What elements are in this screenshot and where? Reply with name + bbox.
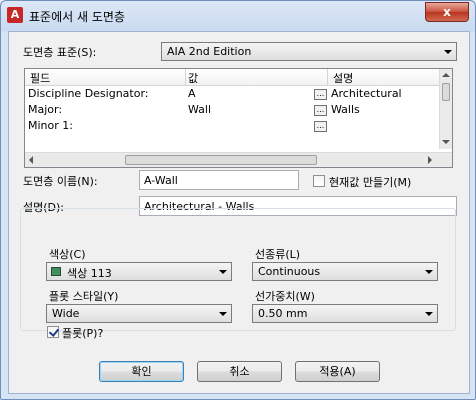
layer-standard-value: AIA 2nd Edition: [167, 45, 252, 58]
layer-name-value: A-Wall: [144, 174, 178, 187]
layer-standard-dropdown[interactable]: AIA 2nd Edition: [161, 42, 457, 61]
horizontal-scrollbar[interactable]: [25, 152, 452, 167]
make-current-label[interactable]: 현재값 만들기(M): [329, 174, 411, 190]
autocad-icon: A: [7, 7, 23, 23]
window-title: 표준에서 새 도면층: [29, 10, 125, 24]
plot-style-dropdown[interactable]: Wide: [46, 304, 232, 323]
row-value[interactable]: Wall: [188, 103, 211, 116]
plot-style-label: 플롯 스타일(Y): [49, 290, 119, 303]
browse-button[interactable]: ...: [314, 105, 327, 116]
row-field: Discipline Designator:: [28, 87, 149, 100]
vertical-scrollbar[interactable]: [439, 69, 452, 149]
column-divider[interactable]: [185, 69, 186, 85]
scroll-right-icon[interactable]: [428, 156, 432, 164]
column-header-field[interactable]: 필드: [30, 70, 50, 86]
chevron-down-icon: [219, 270, 227, 274]
lineweight-value: 0.50 mm: [258, 307, 308, 320]
browse-button[interactable]: ...: [314, 121, 327, 132]
linetype-dropdown[interactable]: Continuous: [252, 262, 438, 281]
color-value: 색상 113: [67, 267, 112, 280]
color-label: 색상(C): [49, 248, 86, 261]
row-field: Major:: [28, 103, 63, 116]
apply-button[interactable]: 적용(A): [295, 361, 380, 382]
scroll-up-icon[interactable]: [442, 73, 450, 77]
color-swatch: [51, 267, 61, 276]
grid-header: 필드 값 설명: [25, 69, 444, 86]
chevron-down-icon: [425, 312, 433, 316]
scroll-down-icon[interactable]: [442, 140, 450, 144]
column-divider[interactable]: [327, 69, 328, 85]
row-description: Walls: [331, 103, 360, 116]
chevron-down-icon: [444, 50, 452, 54]
scroll-thumb[interactable]: [442, 83, 450, 101]
linetype-value: Continuous: [258, 265, 321, 278]
lineweight-label: 선가중치(W): [255, 290, 315, 303]
dialog-body: 도면층 표준(S): AIA 2nd Edition 필드 값 설명 Disci…: [8, 31, 470, 394]
title-bar[interactable]: A 표준에서 새 도면층 x: [1, 1, 475, 31]
linetype-label: 선종류(L): [255, 248, 301, 261]
lineweight-dropdown[interactable]: 0.50 mm: [252, 304, 438, 323]
layer-name-input[interactable]: A-Wall: [139, 170, 299, 190]
scroll-left-icon[interactable]: [29, 156, 33, 164]
chevron-down-icon: [219, 312, 227, 316]
close-button[interactable]: x: [425, 2, 469, 22]
cancel-button[interactable]: 취소: [197, 361, 282, 382]
layer-standard-label: 도면층 표준(S):: [23, 46, 97, 59]
column-header-value[interactable]: 값: [188, 70, 198, 86]
dialog-window: A 표준에서 새 도면층 x 도면층 표준(S): AIA 2nd Editio…: [0, 0, 476, 400]
field-grid[interactable]: 필드 값 설명 Discipline Designator: A ... Arc…: [24, 68, 453, 168]
chevron-down-icon: [425, 270, 433, 274]
plot-checkbox[interactable]: [47, 326, 59, 338]
row-field: Minor 1:: [28, 119, 73, 132]
scroll-thumb[interactable]: [125, 155, 317, 165]
ok-button[interactable]: 확인: [99, 361, 184, 382]
row-description: Architectural: [331, 87, 402, 100]
row-value[interactable]: A: [188, 87, 196, 100]
close-icon: x: [443, 5, 451, 19]
browse-button[interactable]: ...: [314, 89, 327, 100]
make-current-checkbox[interactable]: [313, 175, 325, 187]
color-dropdown[interactable]: 색상 113: [46, 262, 232, 281]
plot-label[interactable]: 플롯(P)?: [62, 325, 103, 341]
layer-name-label: 도면층 이름(N):: [23, 175, 98, 188]
plot-style-value: Wide: [52, 307, 80, 320]
column-header-description[interactable]: 설명: [333, 70, 353, 86]
